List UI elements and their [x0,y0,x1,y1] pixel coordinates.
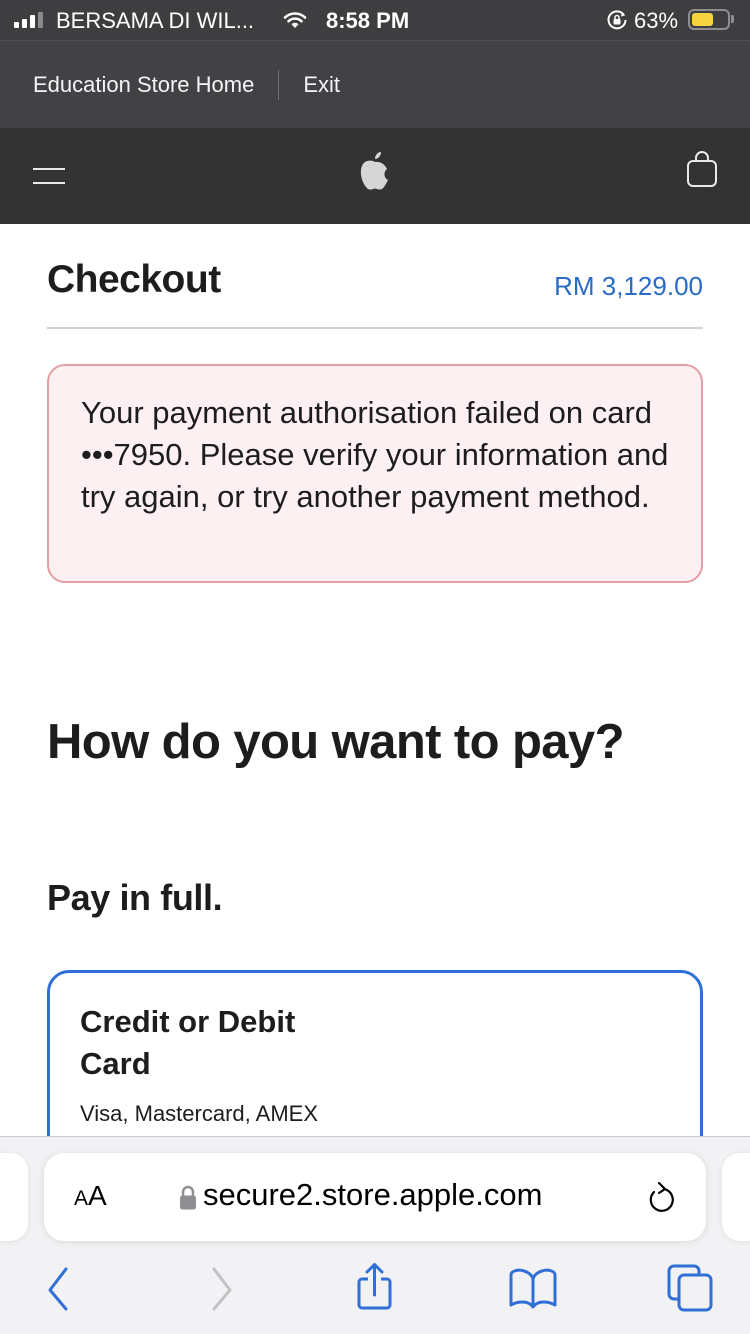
address-bar[interactable]: AA secure2.store.apple.com [44,1153,706,1241]
order-total[interactable]: RM 3,129.00 [554,271,703,302]
forward-icon[interactable] [206,1267,236,1316]
signal-icon [14,12,43,28]
payment-option-subtitle: Visa, Mastercard, AMEX [80,1101,319,1126]
carrier-name: BERSAMA DI WIL... [56,8,255,33]
education-store-nav: Education Store Home Exit [0,40,750,128]
checkout-title: Checkout [47,258,221,301]
bag-icon[interactable] [686,150,718,193]
rotation-lock-icon [606,9,628,37]
battery-tip [731,15,734,23]
payment-heading: How do you want to pay? [47,715,625,769]
text-size-button[interactable]: AA [74,1180,107,1212]
battery-percent: 63% [634,8,679,33]
checkout-content: Checkout RM 3,129.00 Your payment author… [47,224,703,1230]
nav-divider [278,69,280,100]
wifi-icon [282,10,308,36]
browser-toolbar [0,1247,750,1334]
tabs-icon[interactable] [666,1263,716,1318]
previous-tab-peek[interactable] [0,1153,28,1241]
battery-icon [688,9,730,30]
url-text[interactable]: secure2.store.apple.com [203,1177,542,1213]
exit-link[interactable]: Exit [303,72,340,98]
reload-icon[interactable] [644,1180,678,1221]
payment-error-alert: Your payment authorisation failed on car… [47,364,703,583]
share-icon[interactable] [354,1261,396,1316]
payment-option-title: Credit or Debit Card [80,1004,296,1081]
apple-logo-icon[interactable] [357,148,393,197]
education-store-home-link[interactable]: Education Store Home [33,72,254,98]
global-nav [0,128,750,224]
clock: 8:58 PM [326,8,410,33]
pay-in-full-heading: Pay in full. [47,877,223,918]
status-bar: BERSAMA DI WIL... 8:58 PM 63% [0,0,750,40]
error-message: Your payment authorisation failed on car… [81,395,669,514]
battery-level [692,13,714,26]
checkout-header: Checkout RM 3,129.00 [47,224,703,329]
menu-icon[interactable] [33,166,65,184]
next-tab-peek[interactable] [722,1153,750,1241]
browser-bottom-bar: AA secure2.store.apple.com [0,1136,750,1334]
lock-icon [178,1185,198,1216]
bookmarks-icon[interactable] [508,1267,558,1316]
back-icon[interactable] [44,1267,74,1316]
